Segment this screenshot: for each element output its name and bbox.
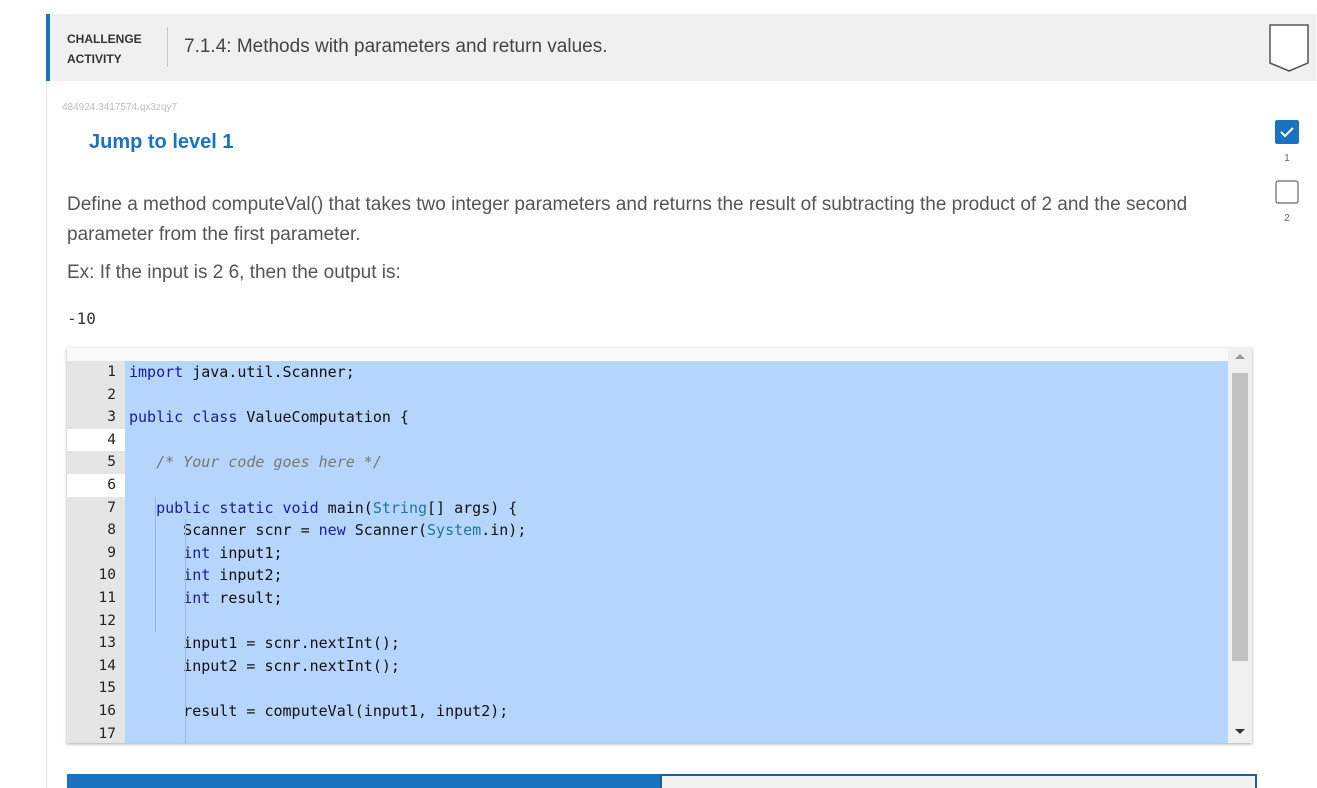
code-editor[interactable]: 1 2 3 4 5 6 7 8 9 10 11 12 13 14 15 16 17 import java.ut… xyxy=(67,348,1252,743)
line-number: 12 xyxy=(98,612,116,629)
line-number: 9 xyxy=(107,544,116,561)
tag-line-1: CHALLENGE xyxy=(67,32,142,46)
bottom-tab-active[interactable] xyxy=(67,774,660,788)
code-line[interactable] xyxy=(125,474,1228,497)
example-text: Ex: If the input is 2 6, then the output… xyxy=(67,262,401,283)
line-number: 8 xyxy=(107,522,116,539)
level-2-unchecked-icon xyxy=(1275,180,1299,204)
level-2-label: 2 xyxy=(1284,213,1290,224)
line-number: 16 xyxy=(98,702,116,719)
completion-badge-icon xyxy=(1269,24,1309,72)
activity-id: 484924.3417574.qx3zqy7 xyxy=(62,102,178,113)
code-line[interactable] xyxy=(125,677,1228,700)
code-line[interactable] xyxy=(125,610,1228,633)
scroll-down-arrow-icon[interactable] xyxy=(1235,729,1245,734)
code-line[interactable]: Scanner scnr = new Scanner(System.in); xyxy=(125,519,1228,542)
level-2-button[interactable]: 2 xyxy=(1270,180,1304,224)
code-line[interactable]: public class ValueComputation { xyxy=(125,406,1228,429)
problem-prompt: Define a method computeVal() that takes … xyxy=(67,194,1188,245)
code-line[interactable]: public static void main(String[] args) { xyxy=(125,497,1228,520)
line-number: 10 xyxy=(98,567,116,584)
jump-to-level-link[interactable]: Jump to level 1 xyxy=(89,131,234,154)
line-number: 2 xyxy=(107,386,116,403)
activity-title: 7.1.4: Methods with parameters and retur… xyxy=(184,36,608,57)
code-line[interactable]: input1 = scnr.nextInt(); xyxy=(125,632,1228,655)
line-number: 17 xyxy=(98,725,116,742)
code-line[interactable]: result = computeVal(input1, input2); xyxy=(125,700,1228,723)
example-output: -10 xyxy=(67,309,96,328)
code-line[interactable] xyxy=(125,429,1228,452)
code-line[interactable] xyxy=(125,384,1228,407)
header-divider xyxy=(167,27,168,67)
line-number: 7 xyxy=(107,499,116,516)
line-number: 6 xyxy=(67,473,125,497)
indent-guide xyxy=(185,519,186,743)
tag-line-2: ACTIVITY xyxy=(67,52,122,66)
line-number: 1 xyxy=(107,364,116,380)
line-number: 3 xyxy=(107,409,116,426)
indent-guide xyxy=(155,496,156,633)
code-line[interactable]: import java.util.Scanner; xyxy=(125,361,1228,384)
content-left-rule xyxy=(46,81,47,788)
code-line[interactable]: /* Your code goes here */ xyxy=(125,451,1228,474)
line-number: 11 xyxy=(98,589,116,606)
editor-scrollbar[interactable] xyxy=(1228,348,1252,743)
activity-type-label: CHALLENGE ACTIVITY xyxy=(67,29,142,69)
bottom-tab-inactive[interactable] xyxy=(660,774,1257,788)
level-1-button[interactable]: 1 xyxy=(1270,120,1304,164)
line-number: 13 xyxy=(98,635,116,652)
code-text-area[interactable]: import java.util.Scanner; public class Va… xyxy=(125,361,1228,743)
code-line[interactable]: int input1; xyxy=(125,542,1228,565)
level-1-checked-icon xyxy=(1275,120,1299,144)
line-number: 14 xyxy=(98,657,116,674)
code-line[interactable] xyxy=(125,723,1228,744)
line-number: 5 xyxy=(107,454,116,471)
scrollbar-thumb[interactable] xyxy=(1232,373,1248,661)
level-1-label: 1 xyxy=(1284,153,1290,164)
code-line[interactable]: input2 = scnr.nextInt(); xyxy=(125,655,1228,678)
line-number: 4 xyxy=(67,428,125,452)
activity-header: CHALLENGE ACTIVITY 7.1.4: Methods with p… xyxy=(46,14,1316,81)
code-line[interactable]: int input2; xyxy=(125,564,1228,587)
code-line[interactable]: int result; xyxy=(125,587,1228,610)
line-number-gutter: 1 2 3 4 5 6 7 8 9 10 11 12 13 14 15 16 17 xyxy=(67,361,125,743)
scroll-up-arrow-icon[interactable] xyxy=(1235,354,1245,359)
line-number: 15 xyxy=(98,680,116,697)
